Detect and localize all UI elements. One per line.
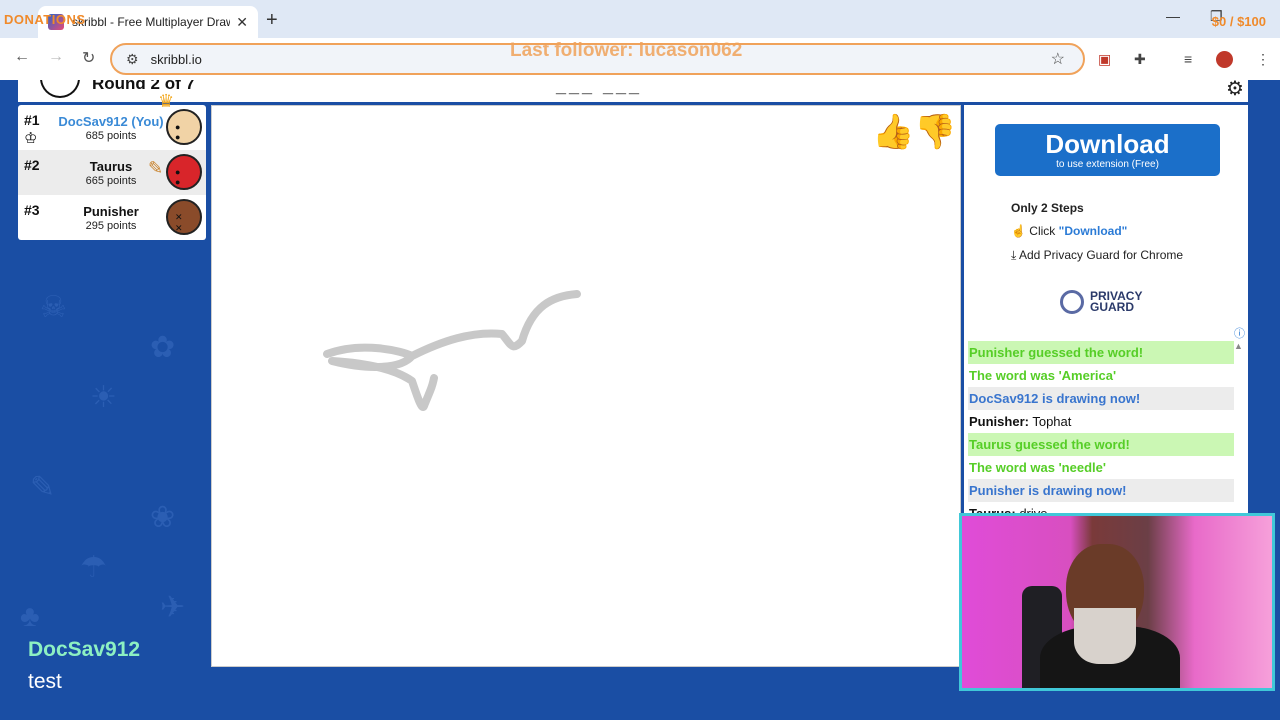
- round-indicator: Round 2 of 7: [92, 80, 195, 93]
- player-points: 685 points: [85, 130, 137, 142]
- webcam-overlay: [959, 513, 1275, 691]
- doodle-pattern-icon: ♣: [20, 600, 40, 633]
- player-list: #1 ♔ DocSav912 (You) 685 points ♛ ● ● #2…: [18, 91, 206, 240]
- chat-message: Punisher guessed the word!: [968, 341, 1234, 364]
- doodle-pattern-icon: ✿: [150, 331, 176, 364]
- chat-message: Punisher is drawing now!: [968, 479, 1234, 502]
- player-row[interactable]: #2 Taurus 665 points ✎ ● ●: [18, 150, 206, 195]
- site-settings-icon[interactable]: ⚙: [126, 51, 139, 68]
- player-name: DocSav912 (You): [58, 114, 164, 129]
- last-follower-overlay: Last follower: lucason062: [510, 40, 743, 61]
- chat-message: The word was 'America': [969, 368, 1117, 383]
- profile-avatar-icon[interactable]: [1216, 51, 1233, 68]
- player-points: 295 points: [85, 220, 137, 232]
- player-row[interactable]: #1 ♔ DocSav912 (You) 685 points ♛ ● ●: [18, 91, 206, 150]
- brand-line-2: GUARD: [1090, 300, 1134, 314]
- privacy-guard-logo: PRIVACY GUARD: [1060, 290, 1142, 314]
- download-icon: ⤓: [1011, 248, 1017, 262]
- step-1-link[interactable]: "Download": [1059, 224, 1128, 238]
- chat-message: The word was 'needle': [969, 460, 1106, 475]
- chat-message: DocSav912 is drawing now!: [968, 387, 1234, 410]
- chat-scroll-up-icon[interactable]: ▲: [1234, 341, 1243, 351]
- drawing-canvas[interactable]: 👍 👎: [211, 105, 961, 667]
- step-1: ☝ Click "Download": [1011, 224, 1127, 238]
- doodle-pattern-icon: ✎: [30, 471, 56, 504]
- pencil-drawing-icon: ✎: [148, 158, 164, 178]
- player-rank: #1: [24, 112, 40, 128]
- browser-tab-bar: skribbl - Free Multiplayer Drawi ✕ + — ❐…: [0, 0, 1280, 38]
- chat-message: Punisher: Tophat: [968, 410, 1234, 433]
- avatar: ● ●: [166, 154, 202, 190]
- game-header: Round 2 of 7 ___ ___ ⚙: [18, 80, 1248, 102]
- player-name: Punisher: [83, 204, 139, 219]
- drawing-strokes: [323, 290, 581, 411]
- chat-message: Taurus guessed the word!: [968, 433, 1234, 456]
- player-rank: #3: [24, 202, 40, 218]
- minimize-icon[interactable]: —: [1166, 8, 1180, 24]
- crown-icon: ♔: [24, 130, 38, 147]
- settings-gear-icon[interactable]: ⚙: [1226, 80, 1244, 101]
- menu-kebab-icon[interactable]: ⋮: [1256, 51, 1270, 68]
- player-row[interactable]: #3 Punisher 295 points ✕ ✕: [18, 195, 206, 240]
- extension-icon[interactable]: ▣: [1098, 51, 1111, 68]
- extensions-puzzle-icon[interactable]: ✚: [1134, 51, 1146, 68]
- bookmark-star-icon[interactable]: ☆: [1051, 49, 1065, 69]
- avatar: ✕ ✕: [166, 199, 202, 235]
- chat-author: Punisher:: [969, 414, 1029, 429]
- step-1-prefix: Click: [1029, 224, 1059, 238]
- donations-overlay: DONATIONS: [4, 12, 86, 27]
- doodle-pattern-icon: ☀: [90, 381, 117, 414]
- new-tab-icon[interactable]: +: [266, 9, 278, 32]
- donation-goal-overlay: $0 / $100: [1211, 14, 1266, 29]
- privacy-guard-shield-icon: [1060, 290, 1084, 314]
- chat-text: Tophat: [1028, 414, 1072, 429]
- skribbl-page: ☠ ☀ ✿ ✎ ❀ ☂ ✈ ♣ Round 2 of 7 ___ ___ ⚙ #…: [0, 80, 1280, 720]
- doodle-pattern-icon: ❀: [150, 501, 176, 534]
- url-text[interactable]: skribbl.io: [151, 52, 202, 67]
- chat-log: Punisher guessed the word! The word was …: [968, 341, 1234, 525]
- doodle-pattern-icon: ☂: [80, 551, 107, 584]
- ad-info-icon[interactable]: ⓘ: [1234, 325, 1245, 341]
- streamer-beard: [1074, 608, 1136, 664]
- download-label: Download: [1045, 129, 1170, 159]
- step-2: ⤓ Add Privacy Guard for Chrome: [1011, 248, 1183, 263]
- back-arrow-icon[interactable]: ←: [14, 48, 30, 66]
- clock-icon: [40, 80, 80, 98]
- stream-chat-message: test: [28, 670, 62, 693]
- download-button[interactable]: Download to use extension (Free): [995, 124, 1220, 176]
- reload-icon[interactable]: ↻: [82, 48, 95, 68]
- sidebar-panel: Download to use extension (Free) Only 2 …: [964, 105, 1248, 521]
- doodle-pattern-icon: ✈: [160, 591, 186, 624]
- thumbs-up-icon[interactable]: 👍: [872, 112, 914, 152]
- thumbs-down-icon[interactable]: 👎: [914, 112, 956, 152]
- player-rank: #2: [24, 157, 40, 173]
- tab-title: skribbl - Free Multiplayer Drawi: [72, 15, 231, 29]
- steps-title: Only 2 Steps: [1011, 201, 1084, 215]
- media-controls-icon[interactable]: ≡: [1184, 51, 1192, 67]
- download-sublabel: to use extension (Free): [1056, 159, 1159, 170]
- word-hint: ___ ___: [556, 80, 643, 96]
- avatar: ● ●: [166, 109, 202, 145]
- forward-arrow-icon[interactable]: →: [48, 48, 64, 66]
- cursor-click-icon: ☝: [1011, 224, 1026, 238]
- close-tab-icon[interactable]: ✕: [236, 14, 248, 31]
- step-2-text: Add Privacy Guard for Chrome: [1018, 248, 1184, 262]
- stream-chat-username: DocSav912: [28, 638, 141, 661]
- crown-icon: ♛: [158, 91, 175, 111]
- doodle-pattern-icon: ☠: [40, 291, 67, 324]
